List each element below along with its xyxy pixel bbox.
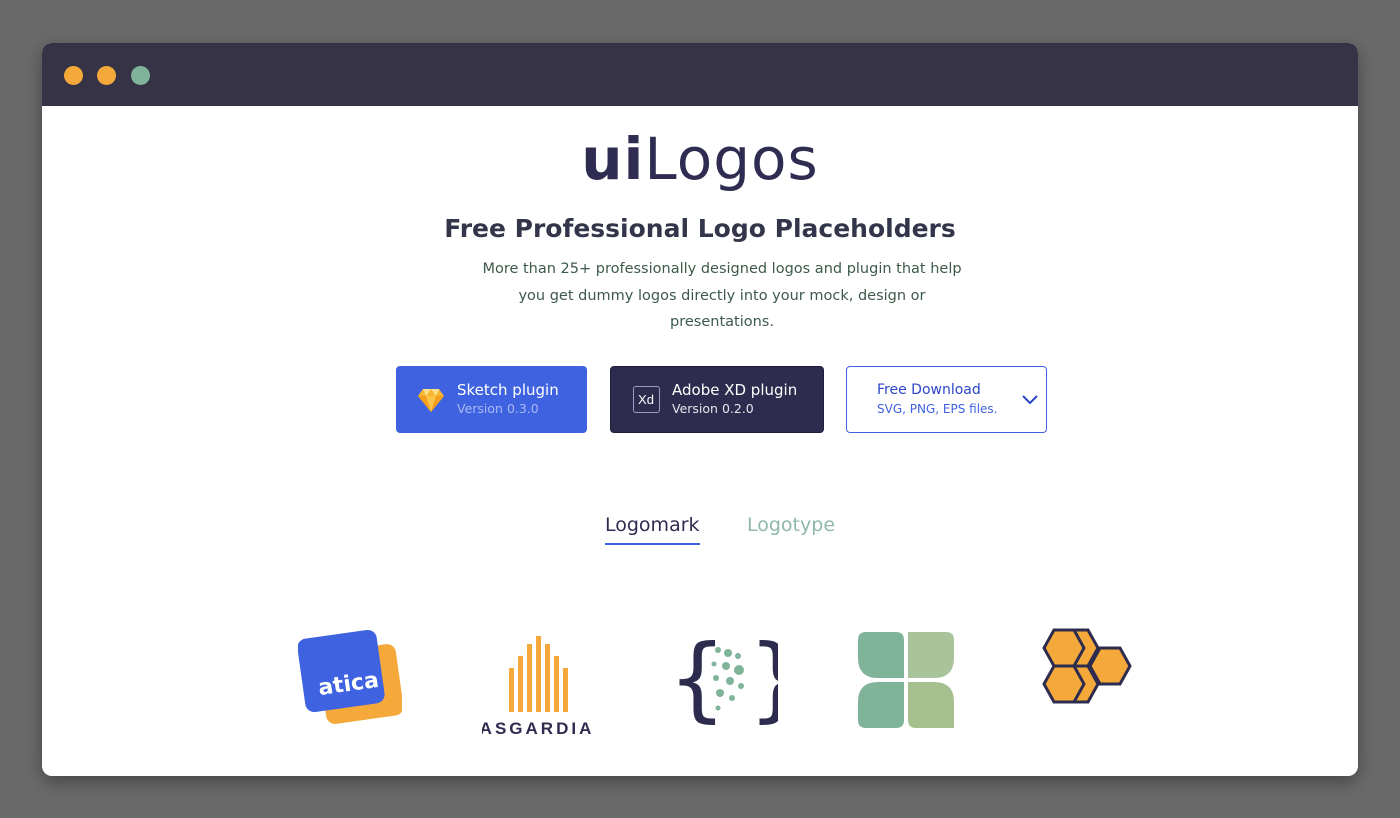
download-label: Free Download bbox=[877, 382, 981, 398]
site-logo[interactable]: uiLogos bbox=[42, 124, 1358, 194]
minimize-window-button[interactable] bbox=[97, 66, 116, 85]
tab-logotype[interactable]: Logotype bbox=[747, 514, 835, 543]
page-headline: Free Professional Logo Placeholders bbox=[444, 214, 956, 243]
logo-leaf-clover[interactable] bbox=[854, 628, 958, 736]
free-download-dropdown[interactable]: Free Download SVG, PNG, EPS files. bbox=[846, 366, 1047, 433]
adobe-xd-icon: Xd bbox=[631, 385, 661, 415]
chevron-down-icon bbox=[1020, 390, 1040, 410]
sketch-diamond-icon bbox=[416, 385, 446, 415]
sketch-plugin-version: Version 0.3.0 bbox=[457, 401, 539, 416]
logo-type-tabs: Logomark Logotype bbox=[42, 514, 1358, 554]
sketch-plugin-button[interactable]: Sketch plugin Version 0.3.0 bbox=[396, 366, 587, 433]
browser-window: uiLogos Free Professional Logo Placehold… bbox=[42, 43, 1358, 776]
logo-part-logos: Logos bbox=[644, 125, 819, 193]
xd-plugin-version: Version 0.2.0 bbox=[672, 401, 754, 416]
window-titlebar bbox=[42, 43, 1358, 106]
download-formats: SVG, PNG, EPS files. bbox=[877, 402, 998, 416]
asgardia-wordmark: ASGARDIA bbox=[482, 719, 592, 738]
logo-part-ui: ui bbox=[581, 125, 645, 193]
logo-braces-dots[interactable]: { } bbox=[668, 625, 807, 732]
logo-asgardia[interactable]: ASGARDIA bbox=[480, 628, 592, 742]
page-content: uiLogos Free Professional Logo Placehold… bbox=[42, 106, 1358, 776]
adobe-xd-plugin-button[interactable]: Xd Adobe XD plugin Version 0.2.0 bbox=[610, 366, 824, 433]
close-window-button[interactable] bbox=[64, 66, 83, 85]
hero-description: More than 25+ professionally designed lo… bbox=[482, 261, 962, 330]
logo-honeycomb[interactable] bbox=[1040, 628, 1144, 736]
tab-logomark[interactable]: Logomark bbox=[605, 514, 700, 545]
xd-plugin-label: Adobe XD plugin bbox=[672, 381, 798, 399]
maximize-window-button[interactable] bbox=[131, 66, 150, 85]
logo-atica[interactable]: atica bbox=[297, 628, 404, 732]
sketch-plugin-label: Sketch plugin bbox=[457, 381, 559, 399]
svg-text:}: } bbox=[748, 628, 778, 728]
